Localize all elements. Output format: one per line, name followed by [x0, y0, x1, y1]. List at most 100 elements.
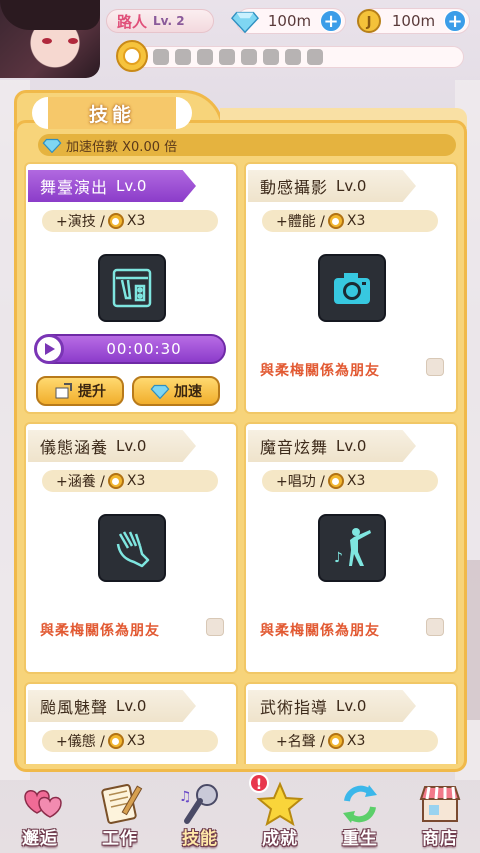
stage-icon[interactable] — [98, 254, 166, 322]
diamond-icon — [150, 384, 170, 399]
stopwatch-icon — [327, 473, 344, 489]
skill-card: 舞臺演出 Lv.0 +演技 / X3 00:00:30 提升 加速 — [24, 162, 238, 414]
top-bar: 路人 Lv. 2 100m + J 100m + — [0, 0, 480, 78]
skill-level: Lv.0 — [116, 177, 147, 195]
nav-label: 成就 — [262, 829, 298, 849]
stamina-slots — [118, 46, 464, 68]
condition-checkbox — [426, 618, 444, 636]
stamina-slot — [263, 49, 279, 65]
speedup-button[interactable]: 加速 — [132, 376, 220, 406]
nav-label: 重生 — [342, 829, 378, 849]
skill-stat: +體能 / X3 — [262, 210, 438, 232]
skill-multiplier: X3 — [346, 473, 366, 489]
skill-card: 武術指導 Lv.0 +名聲 / X3 — [244, 682, 458, 764]
unlock-condition: 與柔梅關係為朋友 — [40, 623, 160, 639]
speed-multiplier-text: 加速倍數 X0.00 倍 — [66, 139, 178, 155]
glove-icon[interactable] — [98, 514, 166, 582]
skill-stat: +涵養 / X3 — [42, 470, 218, 492]
coin-amount: 100m — [391, 12, 436, 30]
skill-level: Lv.0 — [336, 437, 367, 455]
skill-header: 颱風魅聲 Lv.0 — [28, 690, 196, 722]
stamina-slot — [175, 49, 191, 65]
stamina-slot — [307, 49, 323, 65]
skill-stat-label: +唱功 / — [276, 474, 325, 490]
skill-multiplier: X3 — [126, 733, 146, 749]
timer-text: 00:00:30 — [106, 340, 182, 358]
svg-text:J: J — [366, 15, 372, 30]
notebook-icon — [101, 784, 143, 824]
condition-checkbox — [206, 618, 224, 636]
add-coins-button[interactable]: + — [444, 10, 466, 32]
nav-achievements[interactable]: ! 成就 — [245, 773, 315, 849]
skill-header: 武術指導 Lv.0 — [248, 690, 416, 722]
skill-stat-label: +儀態 / — [56, 734, 105, 750]
nav-label: 工作 — [102, 829, 138, 849]
panel-title: 技能 — [88, 103, 135, 126]
skill-header: 舞臺演出 Lv.0 — [28, 170, 196, 202]
player-avatar[interactable] — [0, 0, 100, 78]
training-timer: 00:00:30 — [34, 334, 226, 364]
stopwatch-icon — [107, 733, 124, 749]
play-icon — [34, 334, 64, 364]
player-name-plate: 路人 Lv. 2 — [106, 9, 214, 33]
notification-badge: ! — [249, 773, 269, 793]
skill-stat-label: +演技 / — [56, 214, 105, 230]
player-name: 路人 — [117, 12, 148, 31]
unlock-condition: 與柔梅關係為朋友 — [260, 623, 380, 639]
avatar-hair — [0, 0, 100, 30]
skill-multiplier: X3 — [126, 473, 146, 489]
skill-name: 颱風魅聲 — [40, 698, 109, 717]
svg-text:♫: ♫ — [179, 789, 192, 805]
skill-stat-label: +涵養 / — [56, 474, 105, 490]
nav-skills[interactable]: ♫ 技能 — [165, 775, 235, 849]
skill-header: 魔音炫舞 Lv.0 — [248, 430, 416, 462]
camera-icon[interactable] — [318, 254, 386, 322]
skill-level: Lv.0 — [116, 437, 147, 455]
stopwatch-icon — [327, 733, 344, 749]
nav-encounter[interactable]: 邂逅 — [5, 775, 75, 849]
shop-icon — [419, 786, 461, 822]
upgrade-icon — [55, 383, 72, 399]
unlock-condition: 與柔梅關係為朋友 — [260, 363, 380, 379]
skill-level: Lv.0 — [336, 697, 367, 715]
skill-header: 儀態涵養 Lv.0 — [28, 430, 196, 462]
stopwatch-icon — [107, 473, 124, 489]
skill-card: 颱風魅聲 Lv.0 +儀態 / X3 — [24, 682, 238, 764]
nav-label: 商店 — [422, 829, 458, 849]
stamina-slot — [197, 49, 213, 65]
avatar-eye — [42, 38, 52, 44]
svg-text:♪: ♪ — [334, 550, 343, 566]
skill-stat: +唱功 / X3 — [262, 470, 438, 492]
skill-card: 動感攝影 Lv.0 +體能 / X3 與柔梅關係為朋友 — [244, 162, 458, 414]
speed-multiplier-bar: 加速倍數 X0.00 倍 — [38, 134, 456, 156]
gem-counter: 100m + — [231, 8, 346, 34]
stamina-slot — [153, 49, 169, 65]
bottom-navigation: 邂逅 工作 ♫ 技能 ! 成就 重生 商店 — [0, 773, 480, 853]
skill-stat-label: +體能 / — [276, 214, 325, 230]
diamond-icon — [231, 8, 259, 34]
upgrade-label: 提升 — [78, 384, 106, 400]
add-gems-button[interactable]: + — [320, 10, 342, 32]
skill-stat: +儀態 / X3 — [42, 730, 218, 752]
skill-stat: +演技 / X3 — [42, 210, 218, 232]
panel-title-plate: 技能 — [32, 97, 192, 129]
coin-icon: J — [355, 8, 383, 34]
dancer-icon[interactable]: ♪ — [318, 514, 386, 582]
skill-card: 魔音炫舞 Lv.0 +唱功 / X3 ♪ 與柔梅關係為朋友 — [244, 422, 458, 674]
skill-level: Lv.0 — [116, 697, 147, 715]
nav-label: 邂逅 — [22, 829, 58, 849]
skill-multiplier: X3 — [346, 213, 366, 229]
upgrade-button[interactable]: 提升 — [36, 376, 124, 406]
skill-level: Lv.0 — [336, 177, 367, 195]
skill-multiplier: X3 — [346, 733, 366, 749]
nav-shop[interactable]: 商店 — [405, 775, 475, 849]
nav-label: 技能 — [182, 829, 218, 849]
gem-amount: 100m — [267, 12, 312, 30]
stamina-slot — [241, 49, 257, 65]
skill-name: 動感攝影 — [260, 178, 329, 197]
stopwatch-icon — [116, 40, 148, 72]
nav-rebirth[interactable]: 重生 — [325, 775, 395, 849]
skill-name: 武術指導 — [260, 698, 329, 717]
nav-work[interactable]: 工作 — [85, 775, 155, 849]
diamond-icon — [42, 138, 62, 153]
